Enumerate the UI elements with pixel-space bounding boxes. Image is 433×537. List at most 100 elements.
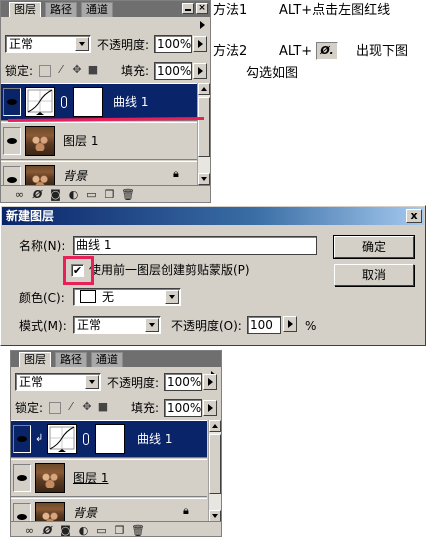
new-group-icon[interactable]: ▭ [95,525,108,537]
method2-description-2: 勾选如图 [246,66,299,81]
fill-field[interactable]: 100% [164,399,202,417]
eye-icon[interactable] [3,166,21,186]
opacity-field[interactable]: 100% [154,35,192,53]
lock-move-icon[interactable]: ✥ [81,401,93,413]
layer-row-curves[interactable]: ↲ 曲线 1 [11,420,207,458]
minimize-button[interactable] [182,3,194,14]
layer-name: 图层 1 [63,134,99,148]
lock-all-icon[interactable]: ■ [87,64,99,76]
layer-name: 曲线 1 [137,432,173,446]
opacity-label: 不透明度: [107,376,160,390]
mode-label: 模式(M): [19,319,67,333]
blend-mode-select[interactable]: 正常 [5,35,91,53]
lock-icon: 🔒︎ [183,504,189,517]
blend-mode-value: 正常 [9,37,34,51]
method2-description: 出现下图 [356,44,409,59]
adjustment-layer-icon[interactable]: ◐ [67,189,80,201]
lock-move-icon[interactable]: ✥ [71,64,83,76]
color-swatch [80,290,96,303]
new-layer-icon[interactable]: ❐ [103,189,116,201]
layer-mask-thumbnail [95,424,125,454]
eye-icon[interactable] [13,425,31,453]
tab-layers[interactable]: 图层 [19,352,51,367]
ok-button[interactable]: 确定 [333,235,415,259]
lock-transparency-icon[interactable] [39,65,51,77]
method2-key: ALT+ [279,44,313,59]
scroll-thumb[interactable] [209,434,221,494]
fill-field[interactable]: 100% [154,62,192,80]
scroll-up-icon[interactable] [209,420,221,432]
layers-scrollbar[interactable] [208,420,221,523]
opacity-field[interactable]: 100% [164,373,202,391]
color-select[interactable]: 无 [73,288,181,306]
clipping-arrow-icon: ↲ [35,433,44,444]
layer-name: 背景 [73,506,98,520]
photo-thumbnail-icon [35,463,65,493]
lock-transparency-icon[interactable] [49,402,61,414]
scroll-down-icon[interactable] [198,173,210,185]
chevron-down-icon [85,375,99,389]
opacity-input[interactable]: 100 [247,316,281,334]
link-icon[interactable] [83,433,89,445]
scroll-up-icon[interactable] [198,83,210,95]
mode-select[interactable]: 正常 [73,316,161,334]
layers-scrollbar[interactable] [197,83,210,186]
tab-paths[interactable]: 路径 [45,2,77,17]
checkbox-highlight [63,256,94,285]
fill-slider-button[interactable] [193,63,207,79]
layer-row-layer1[interactable]: 图层 1 [1,122,197,160]
new-group-icon[interactable]: ▭ [85,189,98,201]
mode-value: 正常 [77,318,102,332]
link-layers-icon[interactable]: ∞ [23,525,36,537]
opacity-unit: % [305,319,317,333]
adjustment-layer-icon[interactable]: ◐ [77,525,90,537]
blend-mode-select[interactable]: 正常 [15,373,101,391]
eye-icon[interactable] [3,88,21,116]
eye-icon[interactable] [3,127,21,155]
dialog-title: 新建图层 [2,207,424,225]
delete-layer-icon[interactable]: 🗑︎ [121,189,135,201]
layer-style-icon[interactable]: Ø [41,525,54,537]
panel-menu-arrow-icon[interactable] [197,19,209,31]
new-layer-icon[interactable]: ❐ [113,525,126,537]
clipping-mask-label: 使用前一图层创建剪贴蒙版(P) [89,263,250,277]
layer-name: 背景 [63,169,88,183]
layer-name: 曲线 1 [113,95,149,109]
lock-brush-icon[interactable]: ⁄ [65,401,77,413]
chevron-down-icon [145,318,159,332]
cancel-button[interactable]: 取消 [334,264,414,286]
link-icon[interactable] [61,96,67,108]
link-layers-icon[interactable]: ∞ [13,189,26,201]
layer-row-background[interactable]: 背景 🔒︎ [1,161,197,190]
layer-row-layer1[interactable]: 图层 1 [11,459,207,497]
tab-channels[interactable]: 通道 [81,2,113,17]
blend-mode-value: 正常 [19,375,44,389]
color-label: 颜色(C): [19,291,65,305]
name-input[interactable]: 曲线 1 [73,236,317,255]
add-mask-icon[interactable]: ◙ [59,525,72,537]
fill-slider-button[interactable] [203,400,217,416]
close-button[interactable]: × [196,3,208,14]
lock-all-icon[interactable]: ■ [97,401,109,413]
photo-thumbnail-icon [25,126,55,156]
layer-row-curves[interactable]: 曲线 1 [1,83,197,121]
close-icon[interactable]: x [406,209,422,223]
opacity-slider-button[interactable] [193,36,207,52]
lock-brush-icon[interactable]: ⁄ [55,64,67,76]
eye-icon[interactable] [13,464,31,492]
layer-style-icon: Ø. [316,42,338,60]
layer-mask-thumbnail [73,87,103,117]
panel-bottom-bar: ∞ Ø ◙ ◐ ▭ ❐ 🗑︎ [1,185,210,202]
layer-style-icon[interactable]: Ø [31,189,44,201]
method1-label: 方法1 [213,3,248,18]
eye-icon[interactable] [13,503,31,523]
tab-layers[interactable]: 图层 [9,2,41,17]
scroll-thumb[interactable] [198,97,210,157]
add-mask-icon[interactable]: ◙ [49,189,62,201]
opacity-slider-button[interactable] [283,316,297,332]
fill-label: 填充: [121,64,150,78]
tab-channels[interactable]: 通道 [91,352,123,367]
opacity-slider-button[interactable] [203,374,217,390]
tab-paths[interactable]: 路径 [55,352,87,367]
delete-layer-icon[interactable]: 🗑︎ [131,525,145,537]
